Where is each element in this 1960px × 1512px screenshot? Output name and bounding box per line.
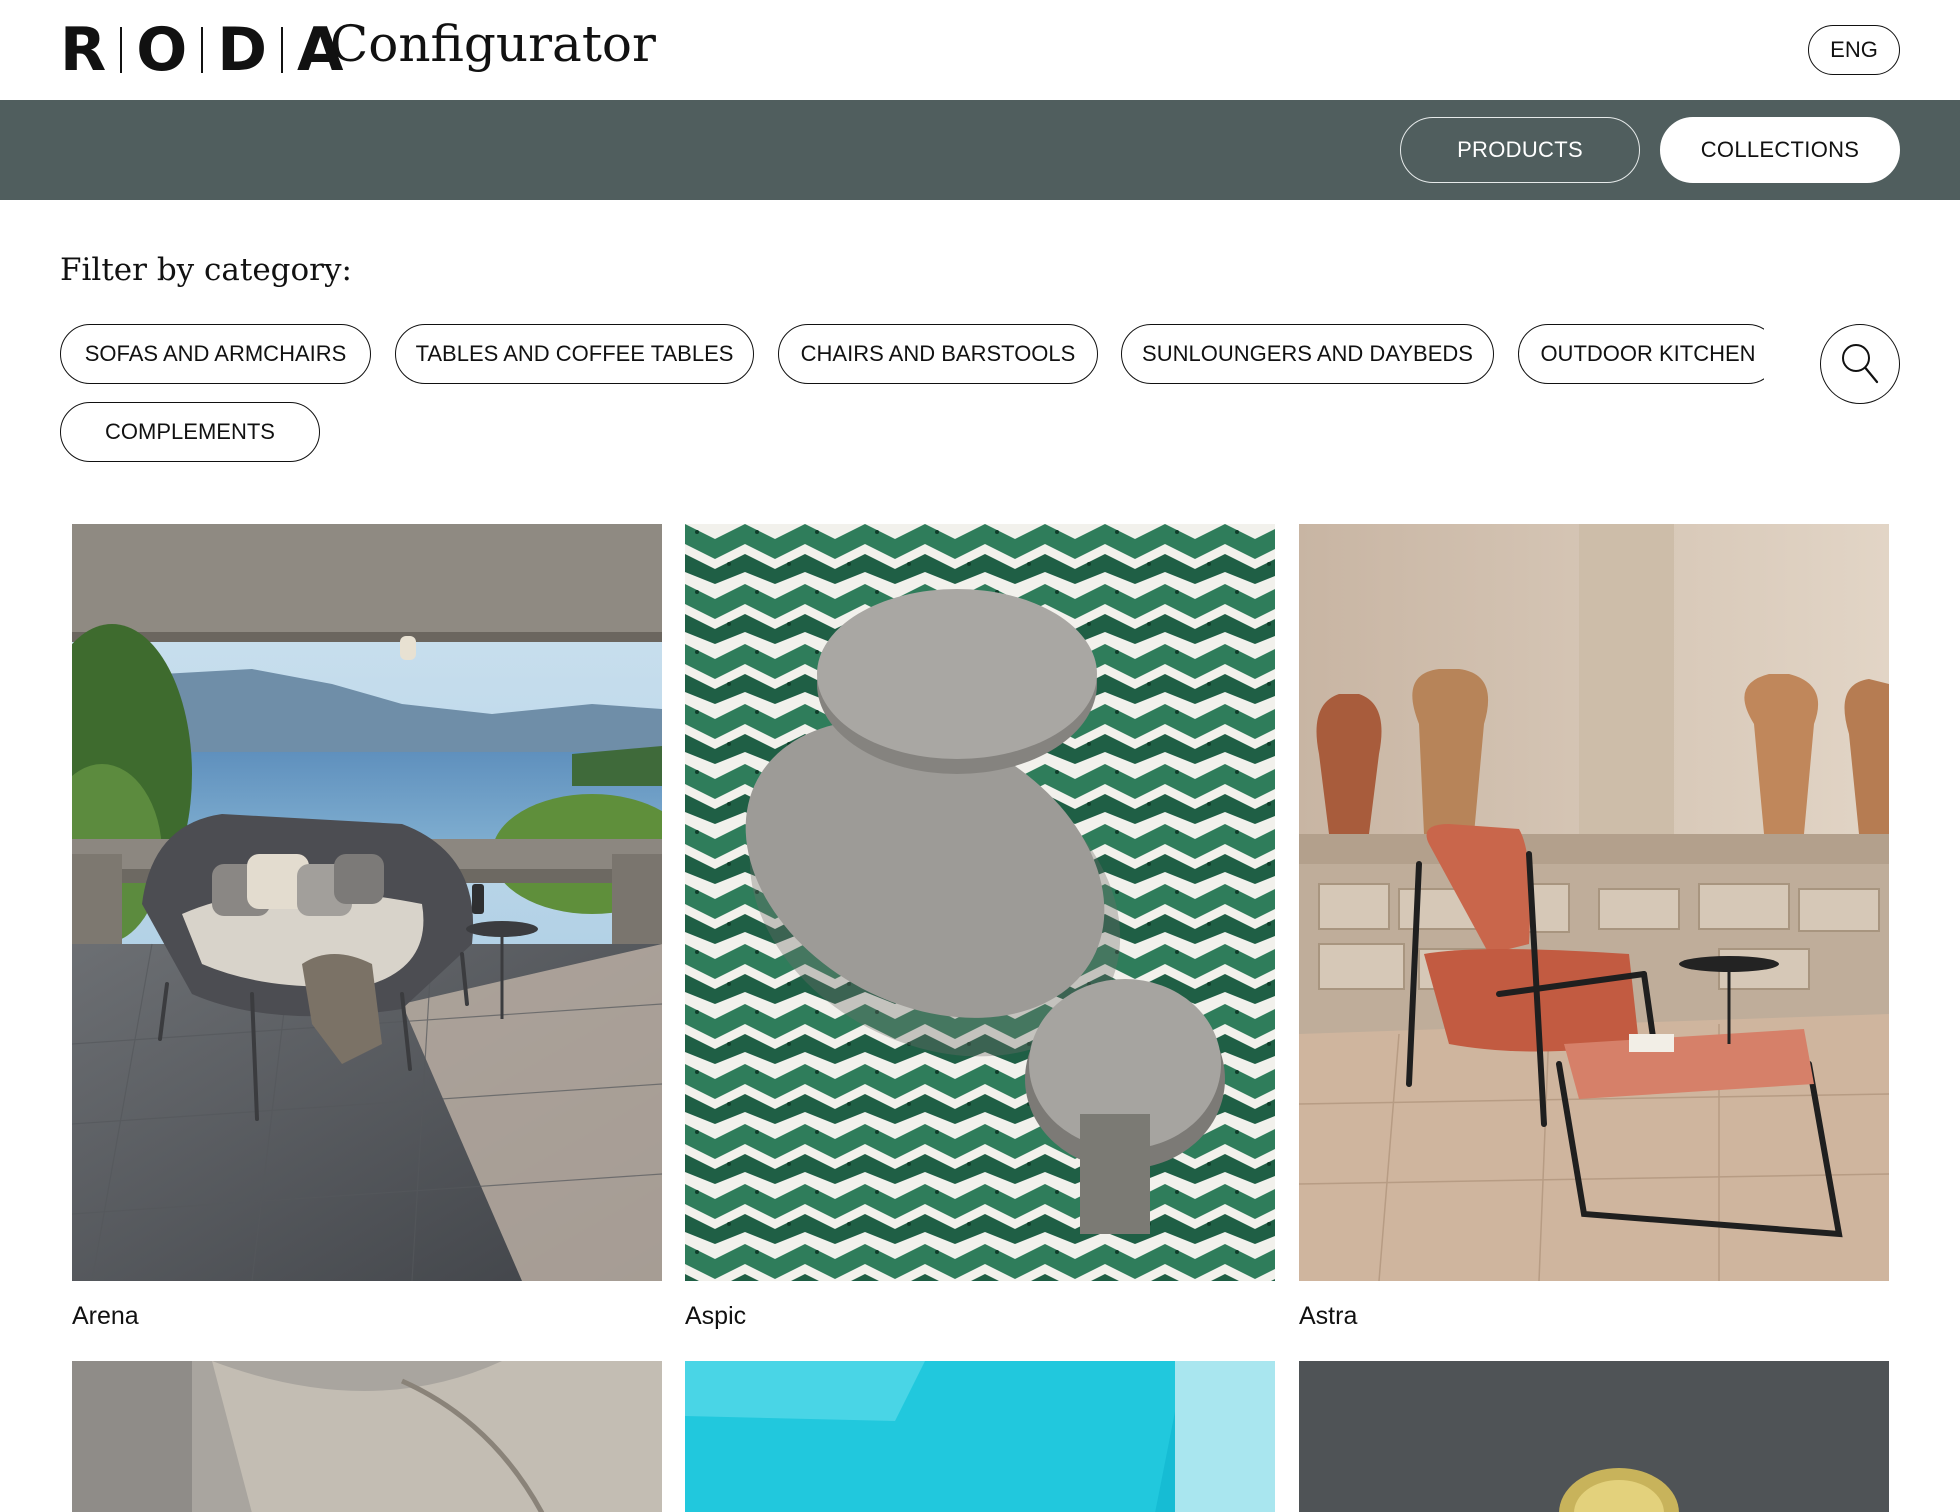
category-chip-complements[interactable]: COMPLEMENTS (60, 402, 320, 462)
logo-letter: O (136, 15, 188, 85)
search-button[interactable] (1820, 324, 1900, 404)
collection-image-partial[interactable] (1299, 1361, 1889, 1512)
collection-image[interactable] (685, 524, 1275, 1281)
search-icon (1842, 344, 1879, 384)
collection-image[interactable] (1299, 524, 1889, 1281)
category-chip-sunloungers[interactable]: SUNLOUNGERS AND DAYBEDS (1121, 324, 1494, 384)
products-button[interactable]: PRODUCTS (1400, 117, 1640, 183)
nav-bar: PRODUCTS COLLECTIONS (0, 100, 1960, 200)
category-chip-clip: OUTDOOR KITCHEN (1518, 324, 1764, 384)
collection-name[interactable]: Astra (1299, 1302, 1357, 1331)
logo-letter: R (60, 15, 107, 85)
collection-name[interactable]: Aspic (685, 1302, 746, 1331)
collections-button[interactable]: COLLECTIONS (1660, 117, 1900, 183)
app-title: Configurator (330, 15, 656, 73)
collection-image-partial[interactable] (685, 1361, 1275, 1512)
logo-divider (201, 27, 204, 73)
category-chip-sofas[interactable]: SOFAS AND ARMCHAIRS (60, 324, 371, 384)
language-button[interactable]: ENG (1808, 25, 1900, 75)
site-header: R O D A Configurator ENG (0, 0, 1960, 100)
filter-title: Filter by category: (60, 252, 352, 288)
collection-name[interactable]: Arena (72, 1302, 139, 1331)
category-chip-outdoor-kitchen[interactable]: OUTDOOR KITCHEN (1518, 324, 1764, 384)
logo-divider (281, 27, 284, 73)
logo-divider (120, 27, 123, 73)
roda-logo[interactable]: R O D A (60, 15, 343, 85)
logo-letter: D (217, 15, 268, 85)
collection-image[interactable] (72, 524, 662, 1281)
category-chip-tables[interactable]: TABLES AND COFFEE TABLES (395, 324, 754, 384)
collection-image-partial[interactable] (72, 1361, 662, 1512)
category-chip-chairs[interactable]: CHAIRS AND BARSTOOLS (778, 324, 1098, 384)
